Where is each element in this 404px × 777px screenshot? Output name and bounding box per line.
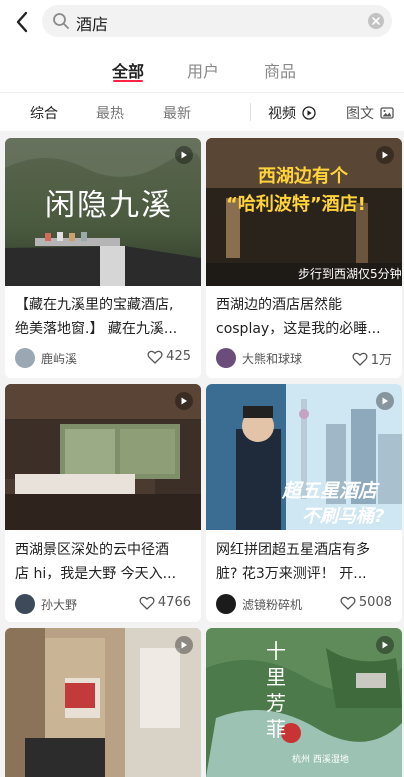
filter-comprehensive[interactable]: 综合 xyxy=(30,103,58,123)
author-name[interactable]: 滤镜粉碎机 xyxy=(242,596,302,613)
avatar[interactable] xyxy=(216,348,236,368)
heart-icon xyxy=(340,596,356,610)
thumbnail-overlay-text: 超五星酒店 xyxy=(282,480,378,502)
category-tabs: 全部 用户 商品 xyxy=(0,44,404,92)
filter-image-text-label: 图文 xyxy=(346,106,374,122)
note-card[interactable] xyxy=(5,628,201,777)
filter-video-label: 视频 xyxy=(268,106,296,122)
close-icon xyxy=(372,17,380,25)
image-icon xyxy=(380,107,395,119)
thumbnail-caption: 杭州 西溪湿地 xyxy=(292,755,349,765)
play-icon xyxy=(382,397,388,405)
filter-video[interactable]: 视频 xyxy=(268,103,317,123)
search-bar[interactable]: 酒店 xyxy=(42,5,392,37)
note-card[interactable]: 西湖边有个 “哈利波特”酒店! 步行到西湖仅5分钟 西湖边的酒店居然能 cosp… xyxy=(206,138,402,378)
search-icon xyxy=(53,13,69,29)
tab-products[interactable]: 商品 xyxy=(264,58,296,82)
play-icon xyxy=(181,397,187,405)
like-button[interactable]: 1万 xyxy=(352,349,392,368)
active-tab-indicator xyxy=(113,80,143,82)
play-icon xyxy=(181,151,187,159)
filter-bar: 综合 最热 最新 视频 图文 xyxy=(0,92,404,131)
author-name[interactable]: 大熊和球球 xyxy=(242,350,302,367)
clear-search-button[interactable] xyxy=(368,13,384,29)
note-title-line: 西湖边的酒店居然能 xyxy=(216,297,342,313)
filter-newest[interactable]: 最新 xyxy=(163,103,191,123)
author-name[interactable]: 鹿屿溪 xyxy=(41,350,77,367)
video-badge xyxy=(376,392,394,410)
play-icon xyxy=(382,641,388,649)
note-title-line: 脏? 花3万来测评！ 开... xyxy=(216,566,367,582)
tab-users[interactable]: 用户 xyxy=(187,58,219,82)
thumbnail-overlay-text: 十里芳菲 xyxy=(266,639,286,741)
note-card[interactable]: 十里芳菲 杭州 西溪湿地 xyxy=(206,628,402,777)
avatar[interactable] xyxy=(15,348,35,368)
thumbnail-overlay-text: 西湖边有个 xyxy=(258,166,348,187)
search-input[interactable]: 酒店 xyxy=(76,11,108,35)
thumbnail-overlay-text: 不刷马桶? xyxy=(302,506,385,527)
avatar[interactable] xyxy=(216,594,236,614)
note-card[interactable]: 西湖景区深处的云中径酒 店 hi，我是大野 今天入... 孙大野 4766 xyxy=(5,384,201,622)
filter-divider xyxy=(250,103,251,121)
note-title-line: cosplay，这是我的必睡... xyxy=(216,321,381,337)
note-title-line: 店 hi，我是大野 今天入... xyxy=(15,566,177,582)
filter-image-text[interactable]: 图文 xyxy=(346,103,395,123)
like-button[interactable]: 4766 xyxy=(139,595,191,610)
note-meta: 大熊和球球 1万 xyxy=(216,348,392,368)
thumbnail-overlay-text: “哈利波特”酒店! xyxy=(226,194,366,215)
tab-all[interactable]: 全部 xyxy=(112,58,144,82)
like-count: 1万 xyxy=(370,353,392,368)
video-badge xyxy=(376,146,394,164)
note-meta: 孙大野 4766 xyxy=(15,594,191,614)
heart-icon xyxy=(139,596,155,610)
note-card[interactable]: 超五星酒店 不刷马桶? 网红拼团超五星酒店有多 脏? 花3万来测评！ 开... … xyxy=(206,384,402,622)
top-bar: 酒店 xyxy=(0,0,404,44)
heart-icon xyxy=(147,350,163,364)
video-badge xyxy=(175,146,193,164)
note-title-line: 网红拼团超五星酒店有多 xyxy=(216,542,370,558)
back-arrow-icon xyxy=(16,11,28,33)
thumbnail-overlay-text: 步行到西湖仅5分钟 xyxy=(298,267,402,281)
thumbnail-overlay-text: 闲隐九溪 xyxy=(45,188,173,223)
note-title-line: 【藏在九溪里的宝藏酒店, xyxy=(15,297,174,313)
avatar[interactable] xyxy=(15,594,35,614)
back-button[interactable] xyxy=(10,8,34,36)
note-thumbnail xyxy=(5,384,201,530)
play-circle-icon xyxy=(302,106,317,120)
note-thumbnail xyxy=(5,628,201,777)
note-meta: 滤镜粉碎机 5008 xyxy=(216,594,392,614)
video-badge xyxy=(175,392,193,410)
video-badge xyxy=(175,636,193,654)
note-title-line: 西湖景区深处的云中径酒 xyxy=(15,542,169,558)
note-card[interactable]: 闲隐九溪 【藏在九溪里的宝藏酒店, 绝美落地窗.】 藏在九溪... 鹿屿溪 42… xyxy=(5,138,201,378)
heart-icon xyxy=(352,352,368,366)
note-meta: 鹿屿溪 425 xyxy=(15,348,191,368)
note-title: 【藏在九溪里的宝藏酒店, 绝美落地窗.】 藏在九溪... xyxy=(15,293,191,341)
note-title: 网红拼团超五星酒店有多 脏? 花3万来测评！ 开... xyxy=(216,538,392,586)
play-icon xyxy=(181,641,187,649)
like-button[interactable]: 425 xyxy=(147,349,191,364)
note-title: 西湖景区深处的云中径酒 店 hi，我是大野 今天入... xyxy=(15,538,191,586)
note-title: 西湖边的酒店居然能 cosplay，这是我的必睡... xyxy=(216,293,392,341)
like-count: 4766 xyxy=(157,595,191,610)
like-count: 5008 xyxy=(358,595,392,610)
author-name[interactable]: 孙大野 xyxy=(41,596,77,613)
like-button[interactable]: 5008 xyxy=(340,595,392,610)
video-badge xyxy=(376,636,394,654)
like-count: 425 xyxy=(166,349,191,364)
play-icon xyxy=(382,151,388,159)
note-title-line: 绝美落地窗.】 藏在九溪... xyxy=(15,321,178,337)
filter-hottest[interactable]: 最热 xyxy=(96,103,124,123)
